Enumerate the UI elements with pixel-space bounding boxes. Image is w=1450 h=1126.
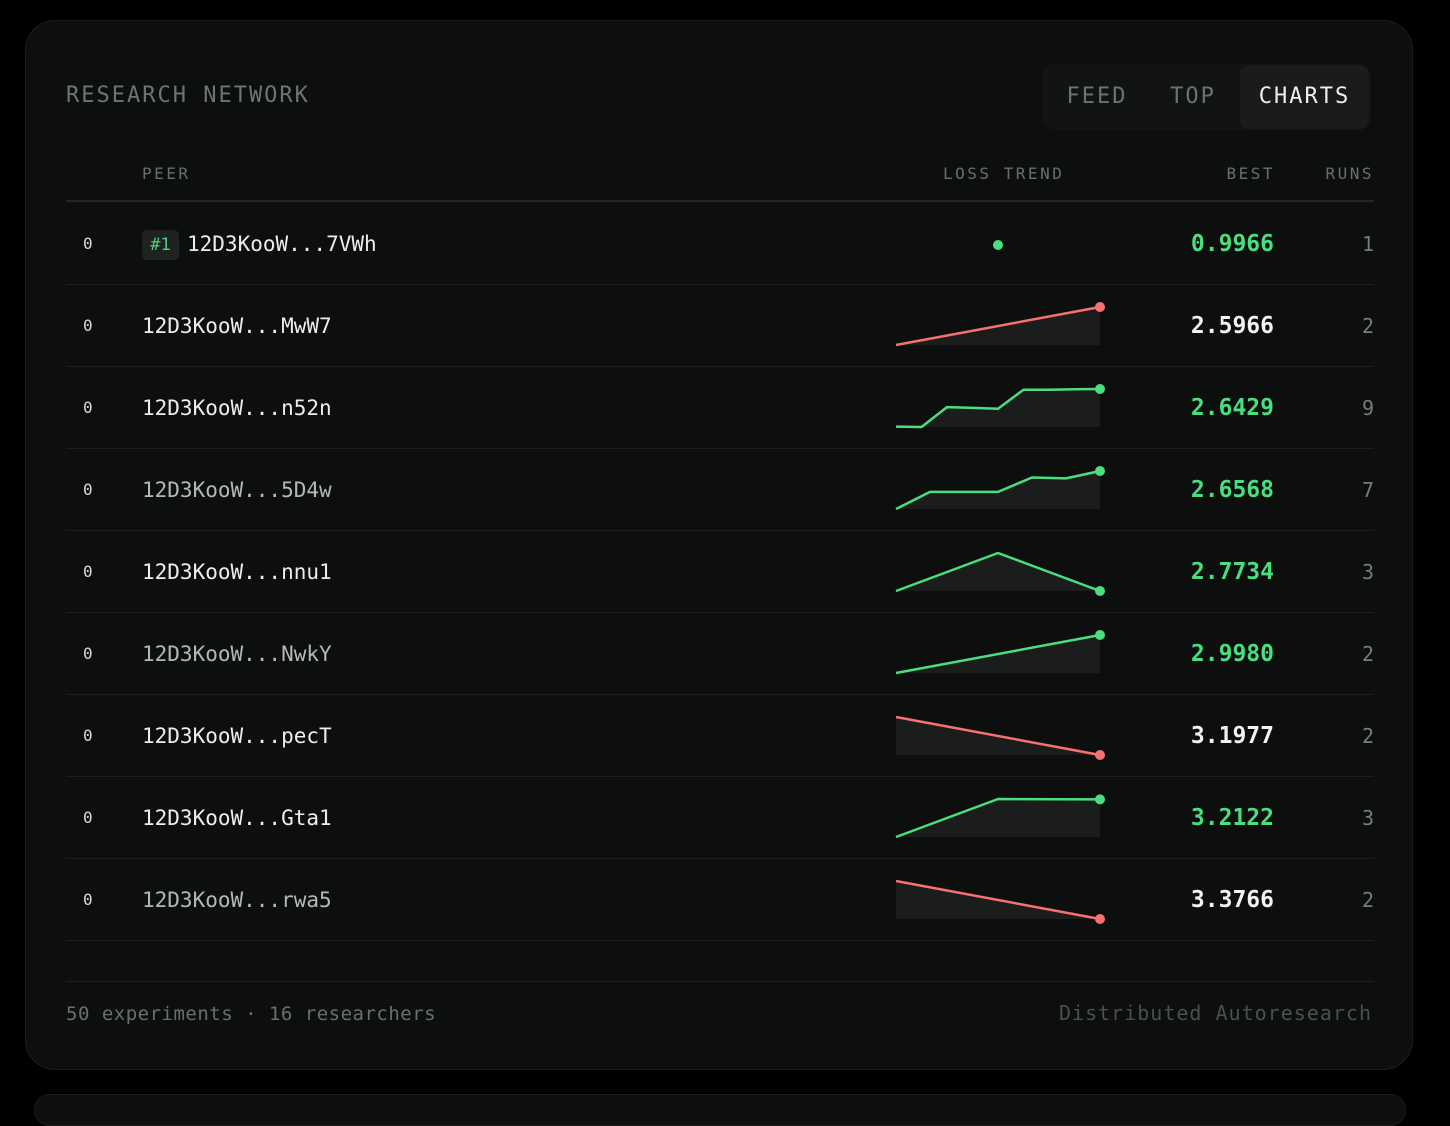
sparkline-endpoint [1095, 630, 1105, 640]
loss-trend-sparkline [895, 879, 1105, 924]
table-row[interactable]: 0 #1 12D3KooW...7VWh 0.9966 1 [66, 203, 1374, 285]
table-row[interactable]: 0 12D3KooW...5D4w 2.6568 7 [66, 449, 1374, 531]
top-rank-badge: #1 [142, 230, 179, 260]
peer-rank: 0 [83, 808, 93, 827]
view-tabs: FEED TOP CHARTS [1043, 64, 1371, 130]
sparkline-endpoint [1095, 586, 1105, 596]
peer-id[interactable]: 12D3KooW...Gta1 [142, 777, 332, 859]
sparkline-endpoint [1095, 794, 1105, 805]
best-loss-value: 2.6568 [1190, 477, 1274, 503]
loss-trend-sparkline [895, 715, 1105, 760]
run-count: 3 [1361, 806, 1374, 830]
loss-trend-sparkline [895, 302, 1105, 347]
run-count: 2 [1361, 724, 1374, 748]
column-header-peer: PEER [142, 164, 191, 183]
footer-divider [66, 981, 1374, 982]
loss-trend-sparkline [895, 794, 1105, 839]
run-count: 7 [1361, 478, 1374, 502]
research-network-card: RESEARCH NETWORK FEED TOP CHARTS PEER LO… [25, 20, 1413, 1070]
peer-id[interactable]: 12D3KooW...NwkY [142, 613, 332, 695]
best-loss-value: 2.6429 [1190, 395, 1274, 421]
run-count: 1 [1361, 232, 1374, 256]
table-row[interactable]: 0 12D3KooW...nnu1 2.7734 3 [66, 531, 1374, 613]
tab-charts[interactable]: CHARTS [1240, 65, 1369, 129]
peer-rank: 0 [83, 316, 93, 335]
sparkline-endpoint [1095, 750, 1105, 760]
run-count: 2 [1361, 642, 1374, 666]
peer-rank: 0 [83, 726, 93, 745]
run-count: 2 [1361, 314, 1374, 338]
best-loss-value: 2.5966 [1190, 313, 1274, 339]
table-row[interactable]: 0 12D3KooW...NwkY 2.9980 2 [66, 613, 1374, 695]
peer-rank: 0 [83, 234, 93, 253]
next-card [34, 1094, 1406, 1126]
peer-id[interactable]: 12D3KooW...nnu1 [142, 531, 332, 613]
tab-top[interactable]: TOP [1151, 64, 1235, 130]
best-loss-value: 3.1977 [1190, 723, 1274, 749]
table-row[interactable]: 0 12D3KooW...Gta1 3.2122 3 [66, 777, 1374, 859]
table-row[interactable]: 0 12D3KooW...MwW7 2.5966 2 [66, 285, 1374, 367]
sparkline-endpoint [1095, 302, 1105, 312]
card-title: RESEARCH NETWORK [66, 83, 310, 108]
sparkline-endpoint [1095, 914, 1105, 924]
peer-rank: 0 [83, 644, 93, 663]
best-loss-value: 2.7734 [1190, 559, 1274, 585]
peer-id[interactable]: 12D3KooW...7VWh [187, 203, 377, 285]
table-row[interactable]: 0 12D3KooW...pecT 3.1977 2 [66, 695, 1374, 777]
best-loss-value: 3.2122 [1190, 805, 1274, 831]
peer-rank: 0 [83, 398, 93, 417]
sparkline-area [896, 553, 1100, 591]
peer-id[interactable]: 12D3KooW...5D4w [142, 449, 332, 531]
table-row[interactable]: 0 12D3KooW...n52n 2.6429 9 [66, 367, 1374, 449]
sparkline-endpoint [1095, 466, 1105, 476]
sparkline-area [896, 799, 1100, 837]
best-loss-value: 2.9980 [1190, 641, 1274, 667]
peer-rank: 0 [83, 890, 93, 909]
peer-id[interactable]: 12D3KooW...MwW7 [142, 285, 332, 367]
column-header-runs: RUNS [1325, 164, 1374, 183]
run-count: 3 [1361, 560, 1374, 584]
loss-trend-sparkline [895, 551, 1105, 596]
peer-id[interactable]: 12D3KooW...pecT [142, 695, 332, 777]
footer-brand: Distributed Autoresearch [1059, 1001, 1372, 1025]
run-count: 2 [1361, 888, 1374, 912]
column-header-loss-trend: LOSS TREND [943, 164, 1065, 183]
best-loss-value: 0.9966 [1190, 231, 1274, 257]
loss-trend-sparkline [895, 384, 1105, 429]
table-row[interactable]: 0 12D3KooW...rwa5 3.3766 2 [66, 859, 1374, 941]
peer-id[interactable]: 12D3KooW...rwa5 [142, 859, 332, 941]
sparkline-endpoint [1095, 384, 1105, 394]
tab-feed[interactable]: FEED [1053, 64, 1141, 130]
peer-id[interactable]: 12D3KooW...n52n [142, 367, 332, 449]
footer-stats: 50 experiments · 16 researchers [66, 1003, 437, 1025]
peer-rank: 0 [83, 480, 93, 499]
header-divider [66, 200, 1374, 202]
peer-rank: 0 [83, 562, 93, 581]
sparkline-point [993, 240, 1003, 250]
loss-trend-sparkline [895, 630, 1105, 675]
loss-trend-sparkline [895, 466, 1105, 511]
run-count: 9 [1361, 396, 1374, 420]
best-loss-value: 3.3766 [1190, 887, 1274, 913]
loss-trend-sparkline [993, 240, 1003, 250]
column-header-best: BEST [1226, 164, 1275, 183]
